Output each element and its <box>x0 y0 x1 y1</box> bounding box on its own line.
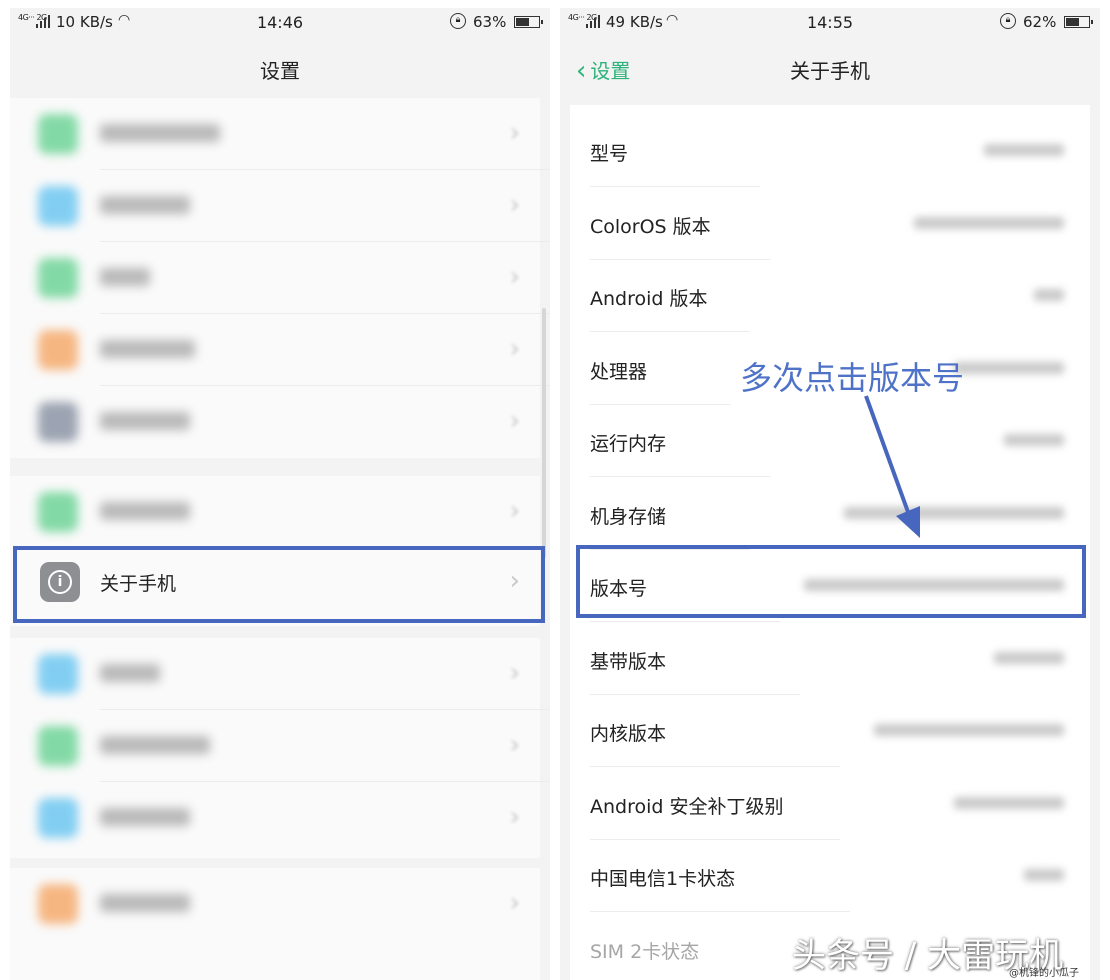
battery-icon <box>1064 16 1093 28</box>
app-icon <box>38 884 78 924</box>
annotation-text: 多次点击版本号 <box>740 359 965 397</box>
info-row-label: 处理器 <box>590 360 648 383</box>
chevron-right-icon: › <box>509 730 520 760</box>
app-icon <box>38 654 78 694</box>
info-row-label: 型号 <box>590 143 629 165</box>
chevron-right-icon: › <box>509 658 520 688</box>
about-phone-screen: 4G··· 2G 49 KB/s ◠ 14:55 🔒︎ 62% ‹ 设置 关于手机… <box>560 8 1100 980</box>
info-row-value-blurred <box>844 506 1064 519</box>
settings-item-blurred[interactable]: › <box>10 710 540 782</box>
scrollbar[interactable] <box>542 308 546 558</box>
blurred-label <box>100 340 195 358</box>
blurred-label <box>100 124 220 142</box>
blurred-label <box>100 412 190 430</box>
title-bar: 设置 <box>10 38 550 98</box>
info-row[interactable]: 内核版本 <box>570 695 1090 767</box>
chevron-right-icon: › <box>509 262 520 292</box>
battery-percent: 63% <box>473 13 507 31</box>
settings-item-blurred[interactable]: › <box>10 868 540 940</box>
title-bar: ‹ 设置 关于手机 <box>560 38 1100 98</box>
clock: 14:55 <box>806 13 854 32</box>
info-row-value-blurred <box>1004 434 1064 446</box>
app-icon <box>38 798 78 838</box>
chevron-right-icon: › <box>509 334 520 364</box>
info-row-label: Android 版本 <box>590 288 708 310</box>
rotation-lock-icon: 🔒︎ <box>450 13 466 29</box>
info-row-label: SIM 2卡状态 <box>590 940 700 963</box>
chevron-right-icon: › <box>509 406 520 436</box>
blurred-label <box>100 196 190 214</box>
settings-item-blurred[interactable]: › <box>10 98 540 170</box>
info-row-label: 内核版本 <box>590 723 667 745</box>
battery-icon <box>514 16 543 28</box>
battery-percent: 62% <box>1023 13 1057 31</box>
app-icon <box>38 330 78 370</box>
chevron-right-icon: › <box>509 118 520 148</box>
chevron-right-icon: › <box>509 496 520 526</box>
status-bar: 4G··· 2G 10 KB/s ◠ 14:46 🔒︎ 63% <box>10 8 550 38</box>
info-row[interactable]: ColorOS 版本 <box>570 188 1090 260</box>
clock: 14:46 <box>256 13 304 32</box>
info-row[interactable]: 基带版本 <box>570 623 1090 695</box>
info-row-value-blurred <box>954 796 1064 809</box>
page-title: 关于手机 <box>790 59 870 83</box>
info-row-value-blurred <box>984 144 1064 156</box>
info-row-value-blurred <box>1034 289 1064 301</box>
info-row[interactable]: Android 安全补丁级别 <box>570 768 1090 840</box>
settings-item-blurred[interactable]: › <box>10 314 540 386</box>
settings-item-blurred[interactable]: › <box>10 638 540 710</box>
photo-credit: @机锋的小瓜子 <box>1009 968 1079 979</box>
blurred-label <box>100 664 160 682</box>
info-row-value-blurred <box>1024 869 1064 881</box>
info-row-label: 运行内存 <box>590 433 667 455</box>
rotation-lock-icon: 🔒︎ <box>1000 13 1016 29</box>
info-row[interactable]: 中国电信1卡状态 <box>570 840 1090 912</box>
blurred-label <box>100 808 190 826</box>
blurred-label <box>100 268 150 286</box>
info-row-label: Android 安全补丁级别 <box>590 795 784 818</box>
info-row-label: 机身存储 <box>590 505 667 528</box>
info-row[interactable]: 机身存储 <box>570 478 1090 550</box>
status-bar: 4G··· 2G 49 KB/s ◠ 14:55 🔒︎ 62% <box>560 8 1100 38</box>
about-info-list: 型号 ColorOS 版本 Android 版本 处理器 运行内存 机身存储 版本号 基带版本… <box>570 105 1090 980</box>
info-row-label: ColorOS 版本 <box>590 215 711 238</box>
settings-item-blurred[interactable]: › <box>10 476 540 548</box>
app-icon <box>38 726 78 766</box>
info-row[interactable]: 型号 <box>570 115 1090 187</box>
settings-screen: 4G··· 2G 10 KB/s ◠ 14:46 🔒︎ 63% 设置 › › › › ›… <box>10 8 550 980</box>
settings-item-blurred[interactable]: › <box>10 386 540 458</box>
highlight-box-build-number <box>576 545 1086 618</box>
app-icon <box>38 258 78 298</box>
blurred-label <box>100 736 210 754</box>
settings-item-blurred[interactable]: › <box>10 782 540 854</box>
page-title: 设置 <box>260 59 300 83</box>
info-row-value-blurred <box>874 724 1064 736</box>
info-row[interactable]: 运行内存 <box>570 405 1090 477</box>
app-icon <box>38 402 78 442</box>
app-icon <box>38 186 78 226</box>
chevron-right-icon: › <box>509 802 520 832</box>
info-row-label: 中国电信1卡状态 <box>590 868 736 890</box>
app-icon <box>38 114 78 154</box>
info-row-label: 基带版本 <box>590 650 667 673</box>
info-row-value-blurred <box>914 216 1064 229</box>
blurred-label <box>100 894 190 912</box>
app-icon <box>38 492 78 532</box>
info-row-value-blurred <box>954 361 1064 374</box>
info-row[interactable]: Android 版本 <box>570 260 1090 332</box>
info-row-value-blurred <box>994 651 1064 664</box>
settings-item-blurred[interactable]: › <box>10 242 540 314</box>
chevron-right-icon: › <box>509 888 520 918</box>
blurred-label <box>100 502 190 520</box>
highlight-box-about <box>13 546 545 623</box>
chevron-right-icon: › <box>509 190 520 220</box>
settings-item-blurred[interactable]: › <box>10 170 540 242</box>
